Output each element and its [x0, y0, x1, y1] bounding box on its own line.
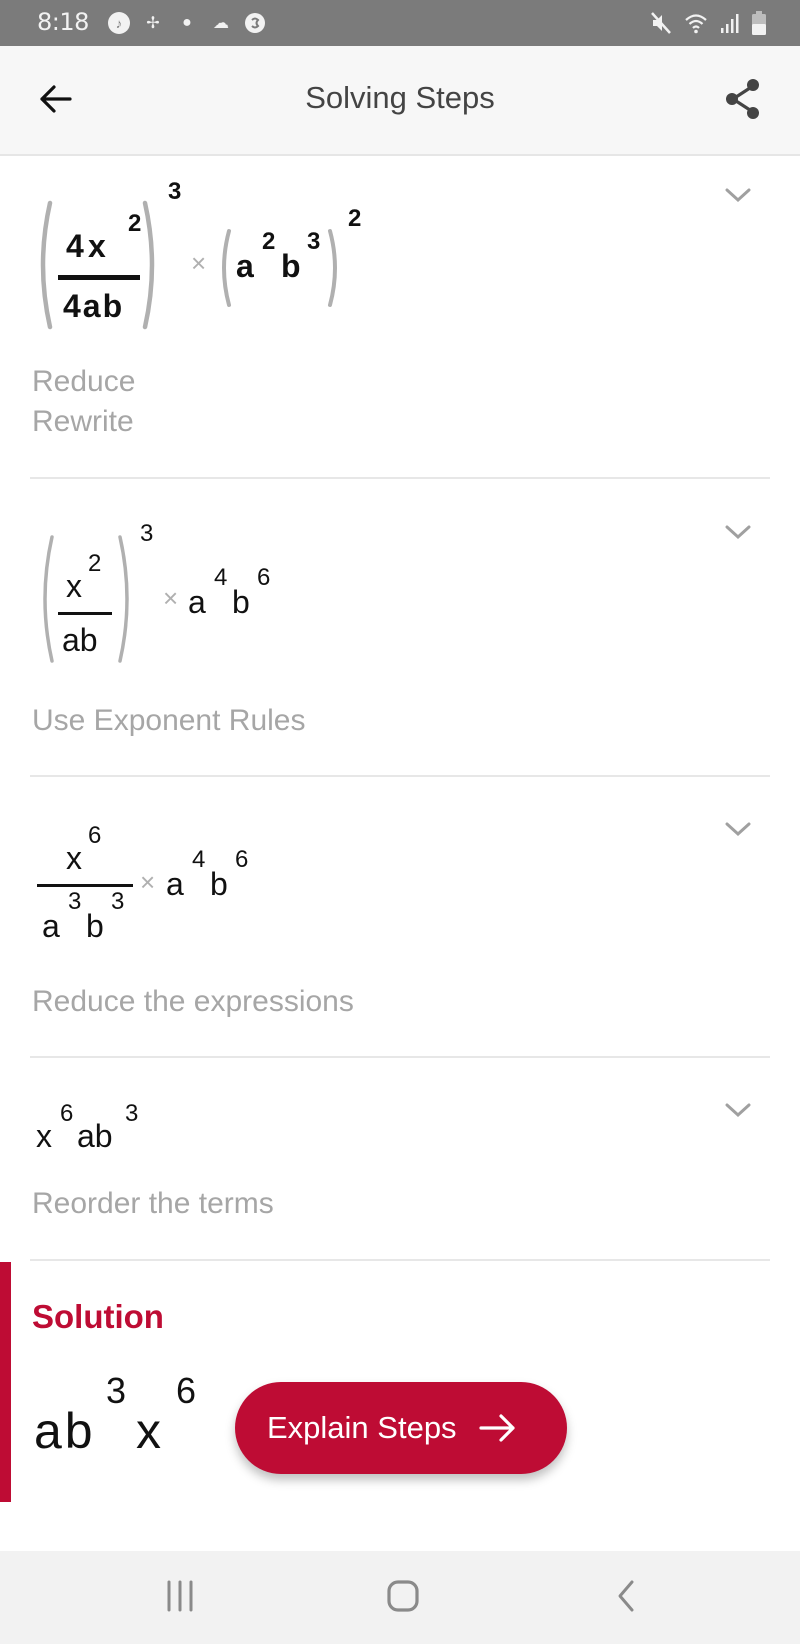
term-x: x [36, 1118, 52, 1154]
home-button[interactable] [373, 1573, 433, 1623]
denominator-b-exponent: 3 [111, 888, 125, 915]
times-sign: × [163, 583, 179, 613]
solution-term-x: x [136, 1403, 161, 1459]
explain-steps-button[interactable]: Explain Steps [235, 1382, 567, 1474]
chevron-down-icon [725, 188, 751, 209]
app-bar: Solving Steps [0, 46, 800, 156]
cloud-icon: ☁ [213, 15, 229, 32]
shazam-icon [244, 12, 266, 34]
term-b: b [210, 866, 228, 902]
numerator-exponent: 6 [88, 822, 102, 849]
battery-icon [752, 11, 766, 40]
music-notification-icon: ♪ [108, 12, 130, 34]
step-description: Reduce [32, 365, 136, 398]
denominator: ab [62, 622, 98, 658]
page-title: Solving Steps [305, 80, 495, 115]
solution-label: Solution [32, 1298, 164, 1335]
term-a-exponent: 4 [192, 846, 206, 873]
term-a: a [188, 584, 206, 620]
outer-exponent-2: 2 [348, 205, 362, 232]
right-paren-2 [328, 229, 337, 307]
term-b-exponent: 3 [307, 228, 321, 255]
solution-b-exponent: 3 [106, 1370, 127, 1411]
term-x-exponent: 6 [60, 1100, 74, 1127]
left-paren [40, 200, 53, 330]
right-paren [118, 535, 129, 663]
chevron-down-icon [725, 525, 751, 546]
chevron-down-icon [725, 1103, 751, 1124]
mute-icon [650, 11, 672, 40]
outer-exponent: 3 [168, 178, 182, 205]
expand-step-button[interactable] [718, 1098, 758, 1128]
step-expression: x 6 a 3 b 3 × a 4 b 6 [30, 820, 330, 950]
times-sign: × [191, 248, 207, 278]
step-expression: 4 x 2 4ab 3 × a 2 b 3 2 [30, 178, 390, 338]
solution-term-ab: ab [34, 1403, 96, 1459]
pinwheel-icon: ✢ [146, 15, 160, 32]
system-status-icons [650, 11, 766, 40]
numerator-exponent: 2 [128, 210, 142, 237]
step-description: Use Exponent Rules [32, 704, 306, 737]
divider [30, 1056, 770, 1058]
term-b-exponent: 6 [257, 564, 271, 591]
expand-step-button[interactable] [718, 520, 758, 550]
times-sign: × [140, 867, 156, 897]
recent-apps-icon [163, 1580, 197, 1617]
right-paren [142, 200, 155, 330]
fruit-app-icon: ● [182, 14, 192, 31]
numerator-var: x [66, 840, 82, 876]
term-b-exponent: 6 [235, 846, 249, 873]
solution-accent-bar [0, 1262, 11, 1502]
fraction-bar [37, 884, 133, 887]
fraction-bar [58, 612, 112, 615]
divider [30, 477, 770, 479]
system-nav-bar [0, 1551, 800, 1644]
divider [30, 775, 770, 777]
term-b: b [281, 248, 301, 284]
numerator-var: x [66, 568, 82, 604]
denominator-a-exponent: 3 [68, 888, 82, 915]
explain-steps-label: Explain Steps [267, 1410, 457, 1445]
step-expression: x 2 ab 3 × a 4 b 6 [30, 520, 330, 680]
numerator-coef: 4 [66, 228, 84, 264]
divider [30, 1259, 770, 1261]
term-a-exponent: 2 [262, 228, 276, 255]
expand-step-button[interactable] [718, 817, 758, 847]
status-bar: 8:18 ♪ ✢ ● ☁ [0, 0, 800, 46]
outer-exponent: 3 [140, 520, 154, 547]
term-b: b [232, 584, 250, 620]
expand-step-button[interactable] [718, 183, 758, 213]
step-description: Reduce the expressions [32, 985, 354, 1018]
share-icon [723, 78, 763, 125]
term-ab: ab [77, 1118, 113, 1154]
denominator-b: b [86, 908, 104, 944]
numerator-var: x [88, 228, 106, 264]
signal-icon [720, 12, 740, 39]
chevron-down-icon [725, 822, 751, 843]
arrow-right-icon [478, 1413, 517, 1443]
home-icon [386, 1579, 420, 1618]
recent-apps-button[interactable] [150, 1573, 210, 1623]
denominator-a: a [42, 908, 60, 944]
term-a: a [236, 248, 254, 284]
share-button[interactable] [718, 76, 768, 126]
wifi-icon [684, 12, 708, 39]
term-a: a [166, 866, 184, 902]
back-icon [614, 1579, 638, 1618]
step-description: Reorder the terms [32, 1187, 274, 1220]
numerator-exponent: 2 [88, 550, 102, 577]
term-b-exponent: 3 [125, 1100, 139, 1127]
fraction-bar [58, 275, 140, 280]
denominator: 4ab [63, 288, 125, 324]
status-time: 8:18 [37, 8, 89, 36]
notification-icons: ♪ ✢ ● ☁ [108, 12, 266, 34]
left-paren [43, 535, 54, 663]
term-a-exponent: 4 [214, 564, 228, 591]
solution-x-exponent: 6 [176, 1370, 197, 1411]
left-paren-2 [222, 229, 231, 307]
step-description: Rewrite [32, 405, 134, 438]
step-expression: x 6 ab 3 [30, 1098, 230, 1158]
nav-back-button[interactable] [596, 1573, 656, 1623]
